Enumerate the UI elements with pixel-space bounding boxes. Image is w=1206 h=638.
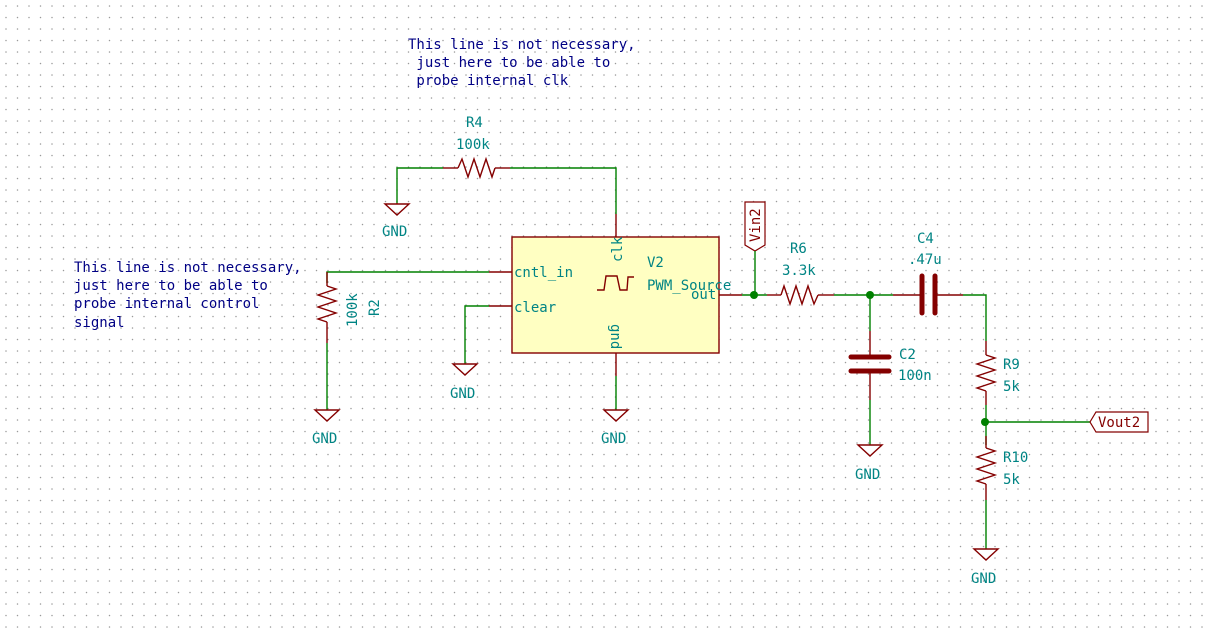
- gnd-symbol-clear: GND: [450, 363, 479, 402]
- resistor-r10[interactable]: R10 5k: [974, 436, 1028, 500]
- ic-v2-pwm-source[interactable]: cntl_in clear clk gnd out V2 PWM_Source: [489, 214, 742, 376]
- capacitor-c4-ref: C4: [917, 231, 934, 247]
- pin-gnd-label: gnd: [607, 324, 623, 349]
- schematic-canvas[interactable]: This line is not necessary, just here to…: [0, 0, 1206, 638]
- gnd-label: GND: [971, 571, 996, 587]
- resistor-r10-symbol: [974, 447, 998, 485]
- resistor-r4-value: 100k: [456, 137, 490, 153]
- resistor-r9-ref: R9: [1003, 357, 1020, 373]
- capacitor-c4[interactable]: C4 .47u: [893, 231, 963, 316]
- note-cntl-line-4: signal: [74, 315, 125, 331]
- gnd-label: GND: [855, 467, 880, 483]
- note-cntl-line-1: This line is not necessary,: [74, 260, 302, 276]
- gnd-symbol-r2: GND: [312, 409, 341, 447]
- resistor-r9-value: 5k: [1003, 379, 1020, 395]
- gnd-label: GND: [382, 224, 407, 240]
- note-clk-line-2: just here to be able to: [408, 55, 610, 71]
- resistor-r4[interactable]: R4 100k: [396, 115, 617, 214]
- capacitor-c4-value: .47u: [908, 252, 942, 268]
- gnd-symbol-ic: GND: [601, 409, 630, 447]
- resistor-r9-symbol: [974, 354, 998, 392]
- note-cntl-line-3: probe internal control: [74, 296, 259, 312]
- note-cntl-line-2: just here to be able to: [74, 278, 268, 294]
- ground-icon: [602, 409, 630, 422]
- gnd-symbol-r4: GND: [382, 203, 411, 240]
- ic-v2-ref: V2: [647, 255, 664, 271]
- gnd-label: GND: [601, 431, 626, 447]
- resistor-r6-ref: R6: [790, 241, 807, 257]
- capacitor-c2-value: 100n: [898, 368, 932, 384]
- ground-icon: [451, 363, 479, 376]
- net-label-vout2-text: Vout2: [1098, 415, 1140, 431]
- capacitor-c2-ref: C2: [899, 347, 916, 363]
- junction-dot: [750, 291, 758, 299]
- note-clk-line-1: This line is not necessary,: [408, 37, 636, 53]
- ground-icon: [313, 409, 341, 422]
- ground-icon: [856, 444, 884, 457]
- resistor-r4-ref: R4: [466, 115, 483, 131]
- pin-clk-label: clk: [610, 236, 626, 262]
- note-cntl: This line is not necessary, just here to…: [74, 260, 302, 331]
- pin-cntl-in-label: cntl_in: [514, 265, 573, 281]
- ic-v2-value: PWM_Source: [647, 278, 731, 294]
- pin-clear-label: clear: [514, 300, 556, 316]
- gnd-label: GND: [450, 386, 475, 402]
- gnd-symbol-r10: GND: [971, 548, 1000, 587]
- resistor-r6-symbol: [780, 283, 819, 307]
- wire-r4-gnd[interactable]: [396, 167, 443, 203]
- wire-clear-gnd[interactable]: [464, 305, 489, 364]
- resistor-r10-ref: R10: [1003, 450, 1028, 466]
- net-label-vin2[interactable]: Vin2: [744, 201, 766, 295]
- resistor-r4-symbol: [457, 156, 496, 180]
- resistor-r2-ref: R2: [367, 299, 383, 316]
- resistor-r2-value: 100k: [345, 293, 361, 327]
- resistor-r10-value: 5k: [1003, 472, 1020, 488]
- net-label-vout2[interactable]: Vout2: [1089, 411, 1149, 433]
- note-clk: This line is not necessary, just here to…: [408, 37, 636, 89]
- wire-c4-r9[interactable]: [963, 294, 987, 341]
- resistor-r2-symbol: [315, 285, 339, 323]
- net-label-vin2-text: Vin2: [748, 208, 764, 242]
- gnd-symbol-c2: GND: [855, 444, 884, 483]
- resistor-r6-value: 3.3k: [782, 263, 816, 279]
- resistor-r6[interactable]: R6 3.3k: [767, 241, 834, 307]
- note-clk-line-3: probe internal clk: [408, 73, 569, 89]
- wire-r4-clk[interactable]: [510, 167, 617, 214]
- gnd-label: GND: [312, 431, 337, 447]
